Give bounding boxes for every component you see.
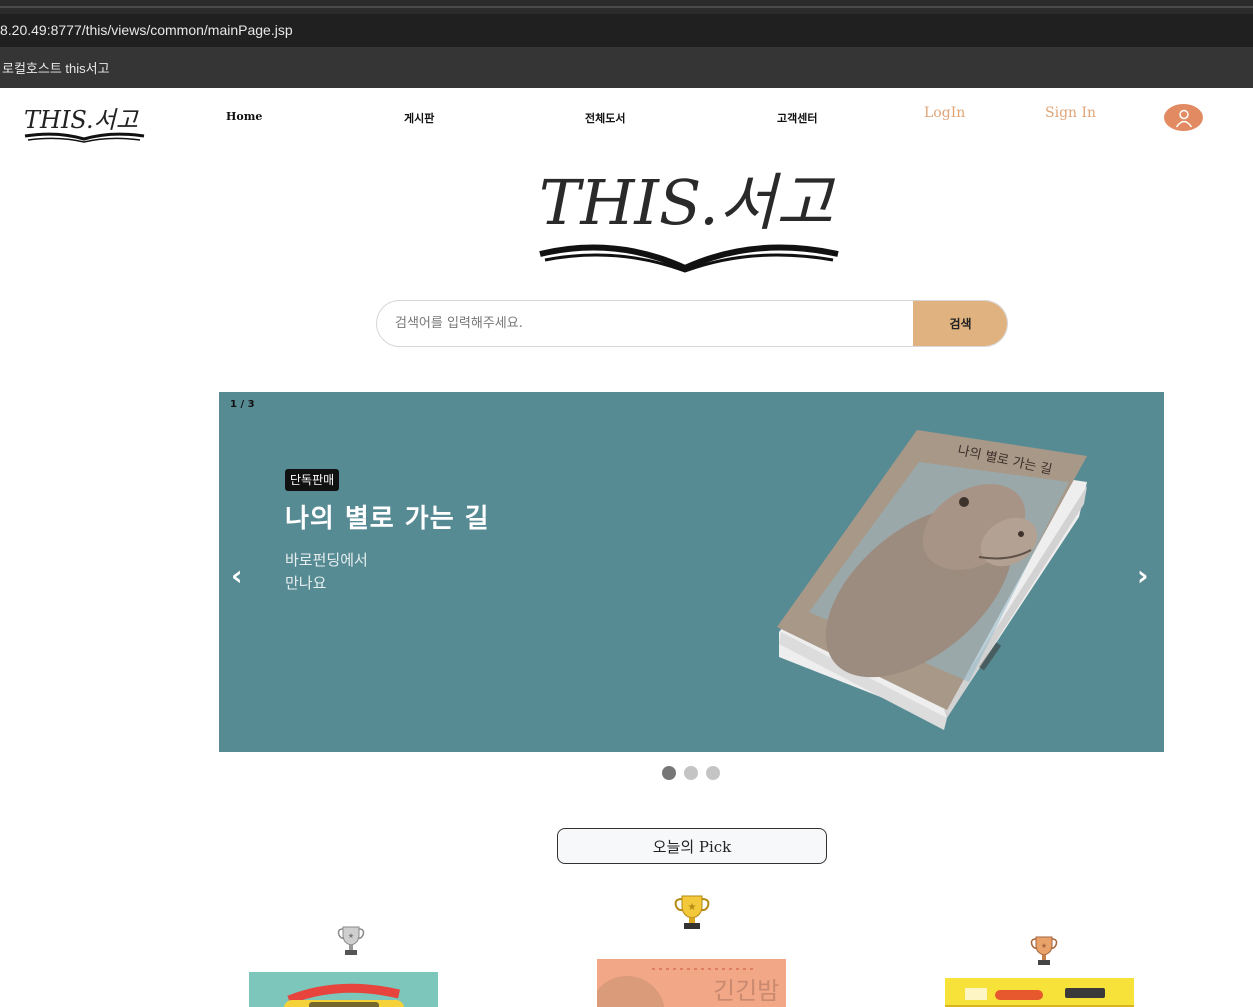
nav-board[interactable]: 게시판 [404,110,434,126]
slide-subtitle-line2: 만나요 [285,574,327,592]
exclusive-badge: 단독판매 [285,469,340,491]
user-avatar-button[interactable] [1164,104,1203,131]
svg-text:★: ★ [1041,942,1047,950]
slide-subtitle: 바로펀딩에서 만나요 [285,549,368,595]
nav-customer-center[interactable]: 고객센터 [777,110,817,126]
address-bar[interactable]: 8.20.49:8777/this/views/common/mainPage.… [0,14,1253,47]
pick-book-cover-2[interactable]: 긴긴밤 [597,959,786,1007]
search-bar: 검색 [376,300,1008,347]
site-header: THIS.서고 Home 게시판 전체도서 고객센터 LogIn Sign In [0,88,1253,148]
gold-trophy-icon: ★ [673,894,711,936]
svg-text:THIS.서고: THIS.서고 [24,106,139,134]
user-icon [1175,109,1192,127]
cover-art-3 [945,978,1134,1007]
slide-counter: 1 / 3 [230,399,255,410]
login-link[interactable]: LogIn [924,105,965,121]
search-input[interactable] [377,301,913,346]
svg-text:긴긴밤: 긴긴밤 [713,977,779,1005]
bookmarks-bar: 로컬호스트 this서고 [0,47,1253,88]
pagination-dot-3[interactable] [706,766,720,780]
bookmark-item[interactable]: 로컬호스트 this서고 [2,58,110,77]
slide-subtitle-line1: 바로펀딩에서 [285,551,368,569]
address-url[interactable]: 8.20.49:8777/this/views/common/mainPage.… [0,22,293,38]
slide-title[interactable]: 나의 별로 가는 길 [285,498,490,535]
cover-art-2: 긴긴밤 [597,968,779,1007]
bronze-trophy-icon: ★ [1030,935,1058,971]
pagination-dot-1[interactable] [662,766,676,780]
carousel-pagination [662,766,720,780]
logo-small-svg: THIS.서고 [24,106,145,143]
pick-book-cover-1[interactable] [249,972,438,1007]
svg-text:★: ★ [688,902,697,913]
featured-book-image[interactable]: 나의 별로 가는 길 [769,422,1099,736]
chevron-right-icon[interactable]: › [1137,562,1149,590]
browser-tab-strip [0,0,1253,14]
svg-text:THIS.서고: THIS.서고 [539,166,836,239]
cover-art-1 [284,983,404,1007]
hero-logo-svg: THIS.서고 [539,166,839,273]
chevron-left-icon[interactable]: ‹ [231,562,243,590]
search-button[interactable]: 검색 [913,301,1007,346]
book-illustration: 나의 별로 가는 길 [777,430,1087,730]
svg-text:★: ★ [348,932,354,940]
site-logo[interactable]: THIS.서고 [22,98,148,148]
signup-link[interactable]: Sign In [1045,105,1096,121]
banner-carousel: 1 / 3 단독판매 나의 별로 가는 길 바로펀딩에서 만나요 ‹ › 나의 … [219,392,1164,752]
hero-logo: THIS.서고 [535,158,853,280]
nav-home[interactable]: Home [226,110,262,123]
pick-book-cover-3[interactable] [945,978,1134,1007]
nav-all-books[interactable]: 전체도서 [585,110,625,126]
pagination-dot-2[interactable] [684,766,698,780]
todays-pick-title: 오늘의 Pick [557,828,827,864]
silver-trophy-icon: ★ [337,925,365,961]
